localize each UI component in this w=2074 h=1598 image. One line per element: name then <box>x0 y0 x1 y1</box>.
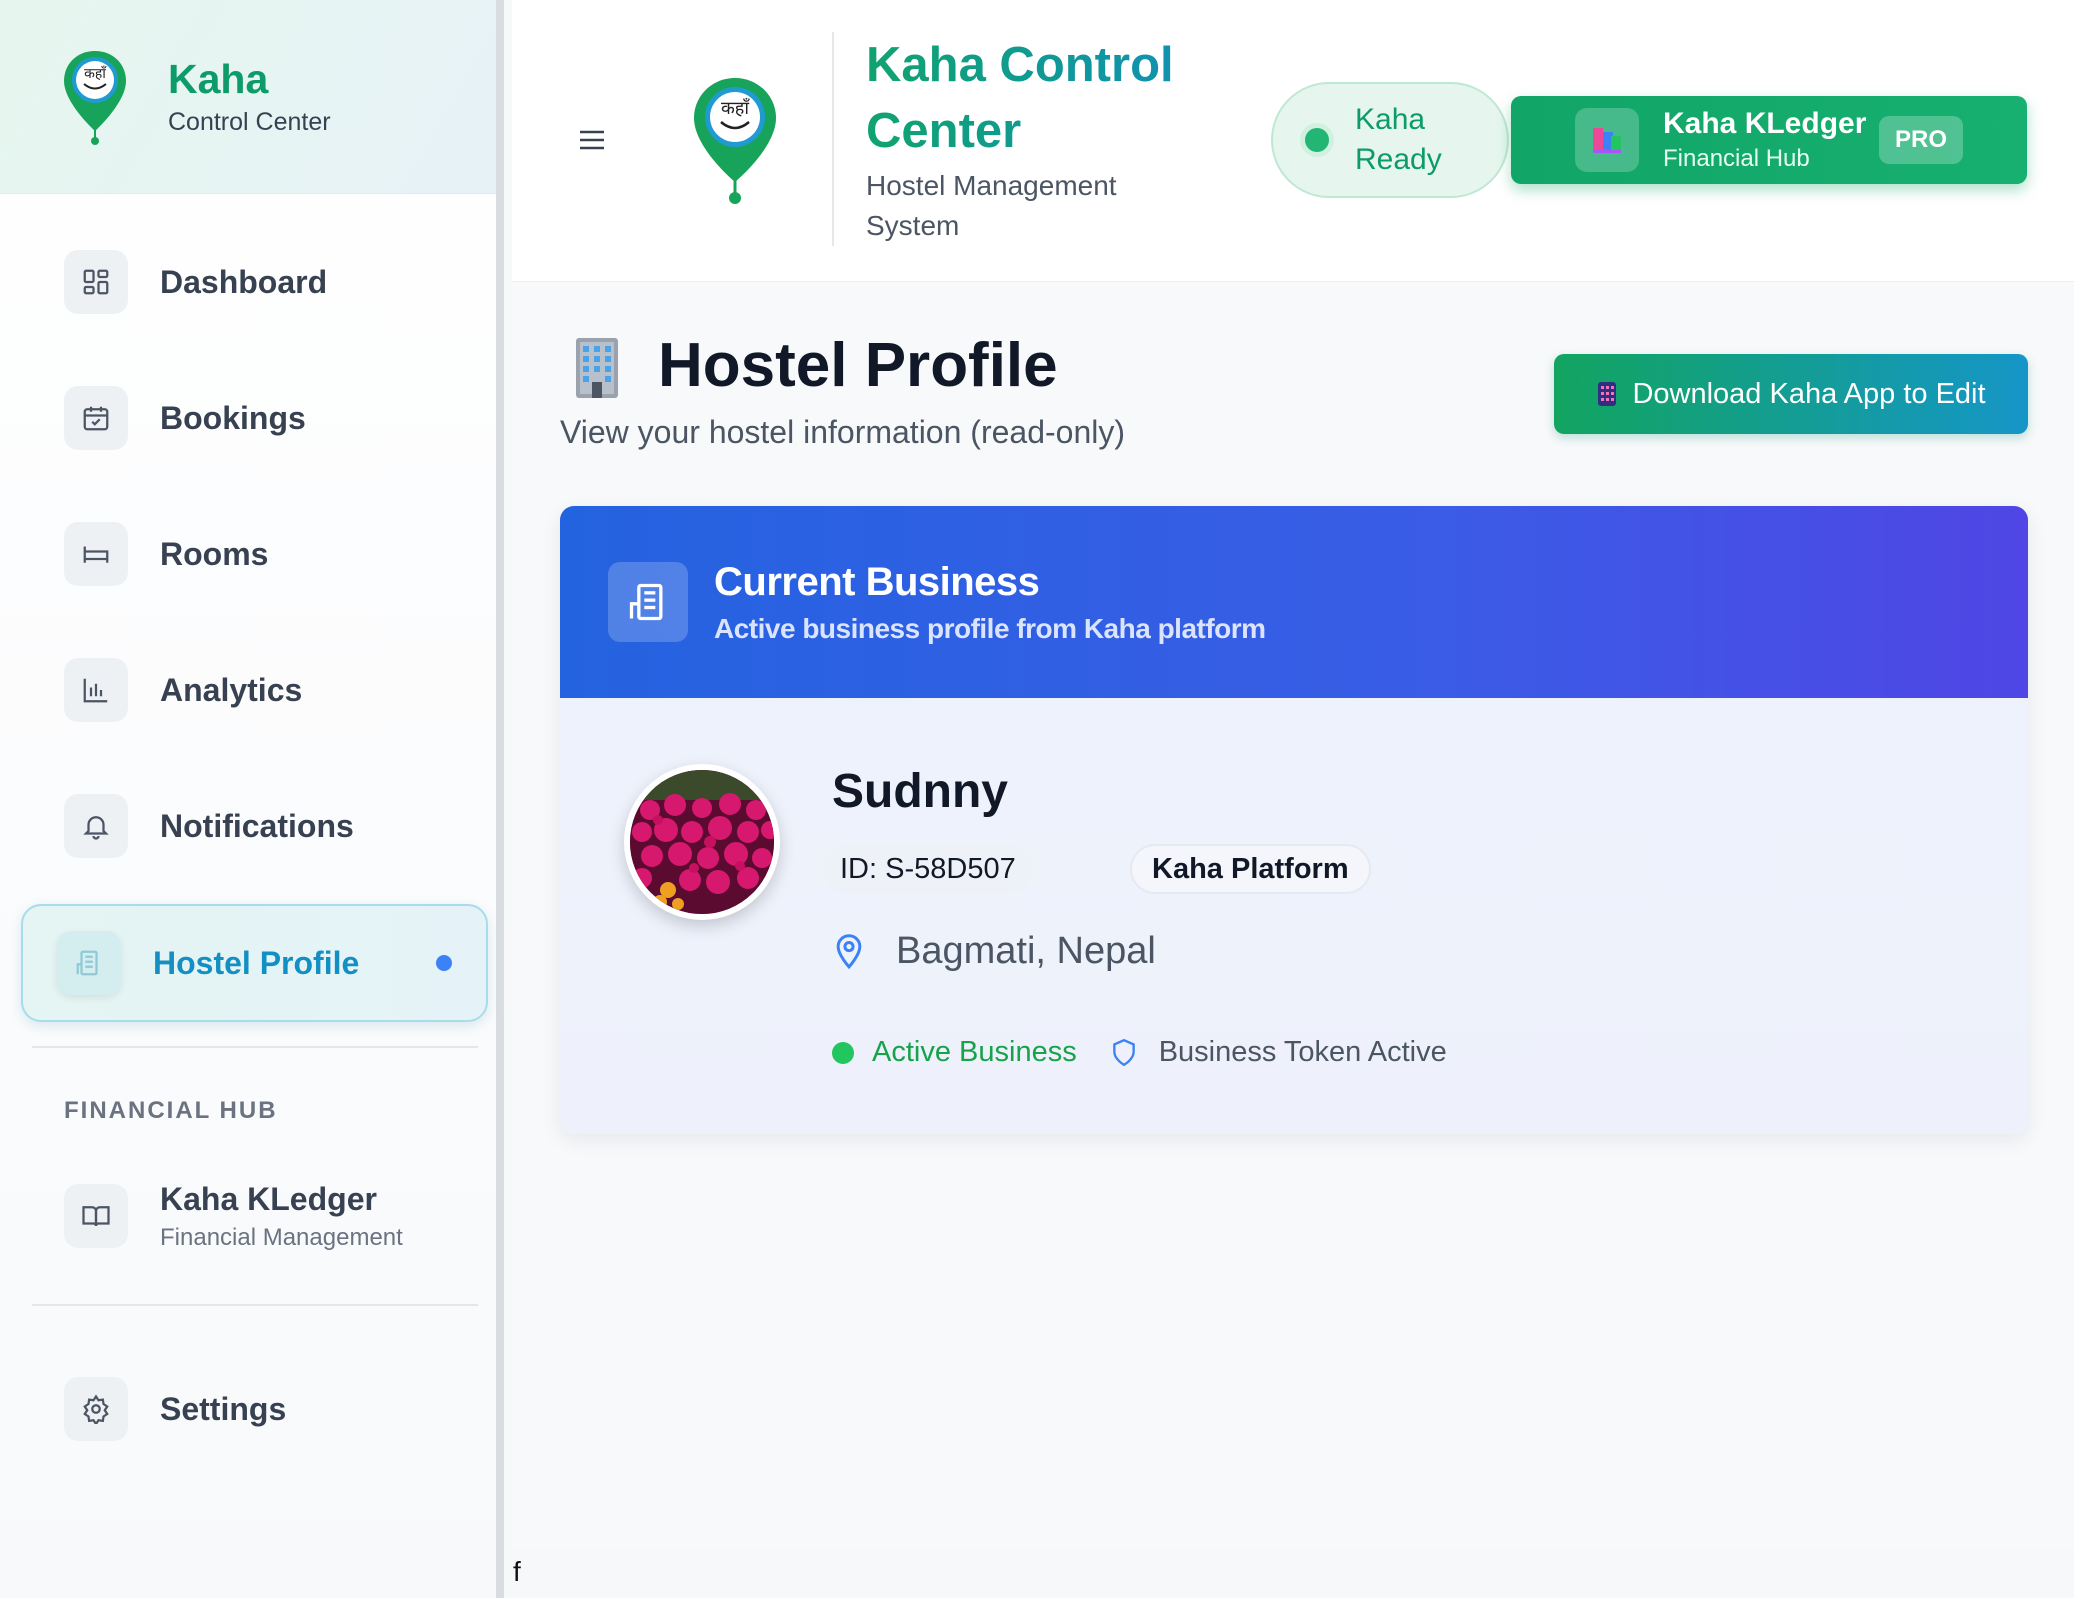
kaha-logo-icon: कहाँ <box>694 78 776 204</box>
sidebar: कहाँ Kaha Control Center Dashboard Booki… <box>0 0 504 1598</box>
app-subtitle: Hostel Management System <box>866 170 1117 241</box>
bell-icon <box>64 794 128 858</box>
kledger-button-title: Kaha KLedger <box>1663 107 1867 140</box>
shield-icon <box>1112 1038 1135 1066</box>
gear-icon <box>64 1377 128 1441</box>
sidebar-item-label: Bookings <box>160 399 306 436</box>
business-card: Current Business Active business profile… <box>560 506 2028 1134</box>
kledger-button[interactable]: Kaha KLedger Financial Hub PRO <box>1511 96 2027 184</box>
building-icon <box>608 562 688 642</box>
location-text: Bagmati, Nepal <box>896 930 1156 972</box>
active-status-dot <box>832 1041 854 1064</box>
sidebar-item-label: Kaha KLedger <box>160 1180 377 1217</box>
card-header-title: Current Business <box>714 559 1040 604</box>
mobile-phone-icon <box>1598 382 1617 406</box>
calendar-icon <box>64 386 128 450</box>
sidebar-item-sublabel: Financial Management <box>160 1223 403 1251</box>
sidebar-item-dashboard[interactable]: Dashboard <box>21 223 488 341</box>
sidebar-item-rooms[interactable]: Rooms <box>21 495 488 613</box>
business-id-badge: ID: S-58D507 <box>822 844 1034 894</box>
header-divider <box>832 32 834 246</box>
bar-chart-icon <box>64 658 128 722</box>
status-badge: Kaha Ready <box>1271 82 1509 198</box>
main-content: Hostel Profile View your hostel informat… <box>512 282 2074 1550</box>
svg-text:कहाँ: कहाँ <box>721 97 750 119</box>
office-building-icon <box>576 338 618 398</box>
dashboard-icon <box>64 250 128 314</box>
brand-title: Kaha <box>168 56 269 102</box>
card-header-subtitle: Active business profile from Kaha platfo… <box>714 612 1266 644</box>
sidebar-item-label: Dashboard <box>160 263 328 300</box>
sidebar-divider <box>32 1304 478 1306</box>
sidebar-item-analytics[interactable]: Analytics <box>21 631 488 749</box>
location-row: Bagmati, Nepal <box>832 930 1156 973</box>
sidebar-item-bookings[interactable]: Bookings <box>21 359 488 477</box>
brand-subtitle: Control Center <box>168 108 331 136</box>
platform-badge: Kaha Platform <box>1130 844 1371 894</box>
sidebar-item-label: Rooms <box>160 535 269 572</box>
business-name: Sudnny <box>832 765 1008 818</box>
kaha-logo-icon: कहाँ <box>64 50 126 145</box>
sidebar-item-notifications[interactable]: Notifications <box>21 767 488 885</box>
book-open-icon <box>64 1184 128 1248</box>
page-subtitle: View your hostel information (read-only) <box>560 414 1125 450</box>
page-title: Hostel Profile <box>658 331 1058 400</box>
token-status-label: Business Token Active <box>1158 1036 1447 1068</box>
download-app-button[interactable]: Download Kaha App to Edit <box>1554 354 2028 434</box>
kledger-button-sub: Financial Hub <box>1663 145 1810 172</box>
top-header: कहाँ Kaha Control Center Hostel Manageme… <box>512 0 2074 282</box>
section-label-financial-hub: FINANCIAL HUB <box>64 1097 278 1124</box>
brand-block[interactable]: कहाँ Kaha Control Center <box>0 0 496 194</box>
sidebar-divider <box>32 1046 478 1048</box>
hamburger-menu-icon[interactable] <box>578 126 606 154</box>
download-button-label: Download Kaha App to Edit <box>1632 377 1986 410</box>
sidebar-item-label: Hostel Profile <box>153 944 360 981</box>
stray-text: f <box>513 1556 521 1587</box>
ledger-books-icon <box>1575 108 1639 172</box>
sidebar-item-hostel-profile[interactable]: Hostel Profile <box>21 904 488 1022</box>
building-icon <box>57 931 121 995</box>
active-indicator-dot <box>436 955 452 971</box>
sidebar-item-kledger[interactable]: Kaha KLedger Financial Management <box>21 1157 488 1275</box>
active-business-label: Active Business <box>872 1036 1077 1068</box>
sidebar-item-settings[interactable]: Settings <box>21 1350 488 1468</box>
svg-text:कहाँ: कहाँ <box>84 65 107 82</box>
sidebar-item-label: Settings <box>160 1390 287 1427</box>
business-avatar <box>624 764 780 920</box>
status-dot <box>1305 128 1329 152</box>
map-pin-icon <box>836 933 862 969</box>
bed-icon <box>64 522 128 586</box>
sidebar-item-label: Notifications <box>160 807 354 844</box>
business-card-header: Current Business Active business profile… <box>560 506 2028 698</box>
sidebar-item-label: Analytics <box>160 671 303 708</box>
status-row: Active Business Business Token Active <box>832 1036 1447 1069</box>
status-text: Kaha Ready <box>1355 103 1442 176</box>
app-title: Kaha Control Center <box>866 32 1206 164</box>
pro-badge: PRO <box>1879 116 1963 164</box>
